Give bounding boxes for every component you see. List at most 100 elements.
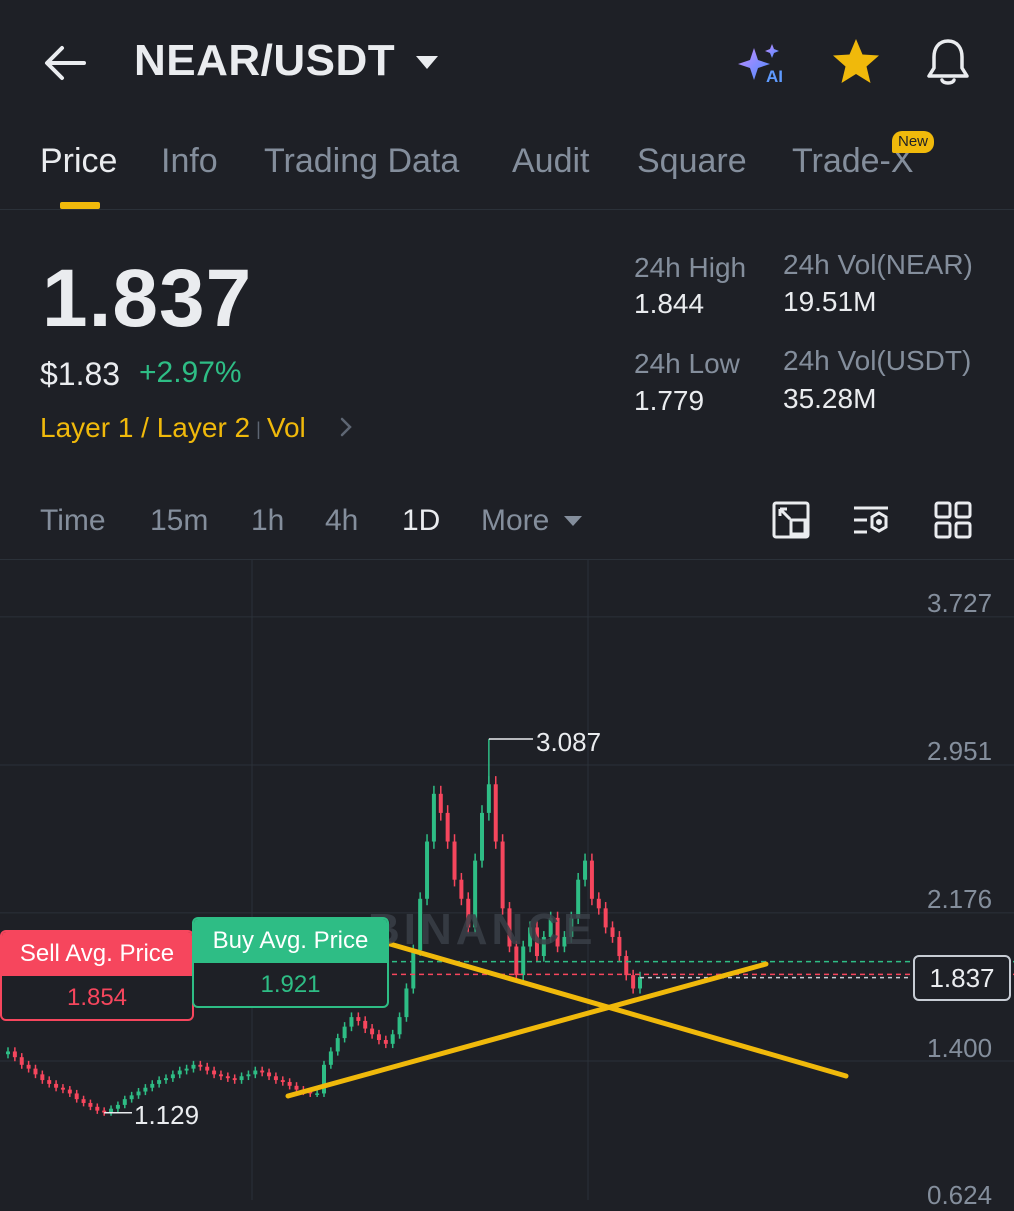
candle-body [177, 1070, 182, 1075]
y-axis-tick: 3.727 [927, 588, 993, 618]
candle-body [287, 1081, 292, 1086]
tab-price[interactable]: Price [40, 142, 117, 181]
grid-layout-icon[interactable] [933, 500, 973, 540]
low-value: 1.779 [634, 385, 705, 416]
tag-vol[interactable]: Vol [267, 412, 306, 443]
candle-body [445, 812, 450, 842]
candle-body [212, 1070, 217, 1075]
candle-body [342, 1026, 347, 1039]
buy-avg-price-box[interactable]: Buy Avg. Price 1.921 [192, 917, 389, 1008]
candle-body [596, 898, 601, 909]
candle-body [198, 1064, 203, 1067]
tab-audit[interactable]: Audit [512, 142, 590, 181]
candle-body [225, 1076, 230, 1079]
interval-more[interactable]: More [481, 504, 549, 538]
candle-body [589, 860, 594, 899]
candle-body [397, 1017, 402, 1035]
sell-avg-price-box[interactable]: Sell Avg. Price 1.854 [0, 930, 194, 1021]
ai-label: AI [766, 67, 783, 86]
y-axis-tick: 0.624 [927, 1180, 993, 1210]
candle-body [335, 1038, 340, 1052]
y-axis-tick: 2.951 [927, 736, 993, 766]
candle-body [205, 1066, 210, 1071]
bell-icon[interactable] [922, 36, 974, 88]
candle-body [431, 793, 436, 842]
fullscreen-icon[interactable] [771, 500, 811, 540]
interval-15m[interactable]: 15m [150, 504, 208, 538]
tab-trading-data[interactable]: Trading Data [264, 142, 459, 181]
indicator-settings-icon[interactable] [851, 500, 891, 540]
tag-layer[interactable]: Layer 1 / Layer 2 [40, 412, 250, 443]
candle-body [47, 1080, 52, 1084]
candle-body [26, 1064, 31, 1069]
resistance-trendline [387, 941, 849, 1079]
candle-body [6, 1051, 10, 1055]
candle-body [624, 956, 629, 976]
candle-body [95, 1106, 100, 1111]
category-tags[interactable]: Layer 1 / Layer 2 | Vol [40, 412, 306, 444]
last-price: 1.837 [42, 253, 253, 344]
candle-body [452, 841, 457, 880]
candle-body [631, 975, 636, 989]
chevron-down-icon[interactable] [414, 52, 440, 72]
chevron-down-icon[interactable] [563, 514, 583, 528]
tab-square[interactable]: Square [637, 142, 747, 181]
candle-body [74, 1093, 79, 1100]
back-arrow-icon[interactable] [40, 38, 90, 88]
buy-avg-value: 1.921 [260, 971, 321, 998]
high-marker-label: 3.087 [536, 727, 602, 757]
chevron-right-icon[interactable] [338, 414, 354, 440]
candle-body [493, 784, 498, 842]
y-axis-tick: 1.400 [927, 1033, 993, 1063]
ai-sparkle-icon[interactable]: AI [738, 40, 790, 86]
candle-body [129, 1095, 134, 1100]
candle-body [122, 1099, 127, 1105]
candle-body [500, 841, 505, 909]
candle-body [191, 1064, 196, 1069]
candle-body [583, 860, 588, 880]
candle-body [246, 1074, 251, 1077]
candle-body [143, 1087, 148, 1092]
low-marker-label: 1.129 [134, 1100, 200, 1130]
candle-body [383, 1040, 388, 1044]
candle-body [170, 1074, 175, 1079]
candle-body [390, 1034, 395, 1044]
candle-body [40, 1074, 45, 1081]
star-icon[interactable] [830, 36, 882, 88]
tag-separator: | [256, 419, 261, 440]
candle-body [638, 977, 642, 989]
interval-1h[interactable]: 1h [251, 504, 284, 538]
candle-body [404, 988, 409, 1018]
candle-body [88, 1102, 93, 1107]
vol-base-label: 24h Vol(NEAR) [783, 249, 973, 280]
new-badge: New [892, 131, 935, 153]
candle-body [81, 1099, 86, 1103]
candle-body [294, 1085, 299, 1090]
candle-body [109, 1108, 114, 1113]
candle-body [280, 1080, 285, 1082]
interval-1d[interactable]: 1D [402, 504, 440, 538]
candle-body [486, 784, 491, 813]
candle-body [232, 1078, 237, 1081]
active-tab-indicator [60, 202, 100, 209]
vol-quote-value: 35.28M [783, 383, 877, 414]
candle-body [349, 1017, 354, 1027]
y-axis-tick: 2.176 [927, 884, 993, 914]
candle-body [54, 1083, 59, 1088]
candle-body [425, 841, 430, 899]
interval-time[interactable]: Time [40, 504, 106, 538]
current-price-tag: 1.837 [913, 955, 1011, 1001]
candle-body [376, 1034, 381, 1041]
candle-body [617, 936, 622, 957]
candle-body [184, 1068, 189, 1071]
candle-body [60, 1087, 65, 1090]
candle-body [164, 1078, 168, 1081]
candle-body [322, 1064, 326, 1094]
pair-title[interactable]: NEAR/USDT [134, 36, 395, 86]
candle-body [603, 908, 608, 928]
candle-body [260, 1070, 265, 1073]
sell-avg-value: 1.854 [66, 984, 128, 1011]
interval-4h[interactable]: 4h [325, 504, 358, 538]
candle-body [239, 1076, 244, 1081]
tab-info[interactable]: Info [161, 142, 218, 181]
